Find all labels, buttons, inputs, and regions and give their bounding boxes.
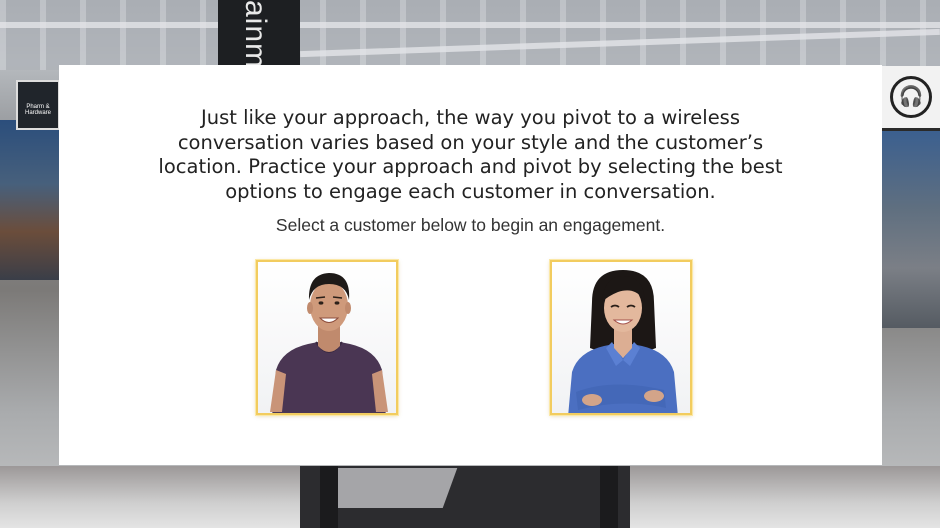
headphones-icon: 🎧 <box>890 76 932 118</box>
table-leg <box>320 466 338 528</box>
intro-line: Just like your approach, the way you piv… <box>200 106 741 129</box>
young-man-portrait <box>270 273 388 413</box>
customer-man-button[interactable] <box>256 260 398 415</box>
intro-text: Just like your approach, the way you piv… <box>59 106 882 204</box>
pharmacy-sign-text: Pharm & Hardware <box>24 104 51 116</box>
customer-woman-button[interactable] <box>550 260 692 415</box>
intro-line: location. Practice your approach and piv… <box>158 155 783 178</box>
display-table-top <box>322 468 458 508</box>
intro-line: conversation varies based on your style … <box>177 130 764 154</box>
ceiling-beam <box>0 22 940 28</box>
left-shelf <box>0 120 60 280</box>
table-leg <box>600 466 618 528</box>
hanging-sign-text: ainm <box>239 0 272 70</box>
instruction-text: Select a customer below to begin an enga… <box>275 215 666 235</box>
engagement-card: Just like your approach, the way you piv… <box>59 65 882 465</box>
intro-line: options to engage each customer in conve… <box>225 179 716 203</box>
headphones-sign: 🎧 <box>882 66 940 131</box>
woman-portrait <box>568 270 678 413</box>
right-shelf <box>882 128 940 328</box>
pharmacy-sign: Pharm & Hardware <box>16 80 60 130</box>
